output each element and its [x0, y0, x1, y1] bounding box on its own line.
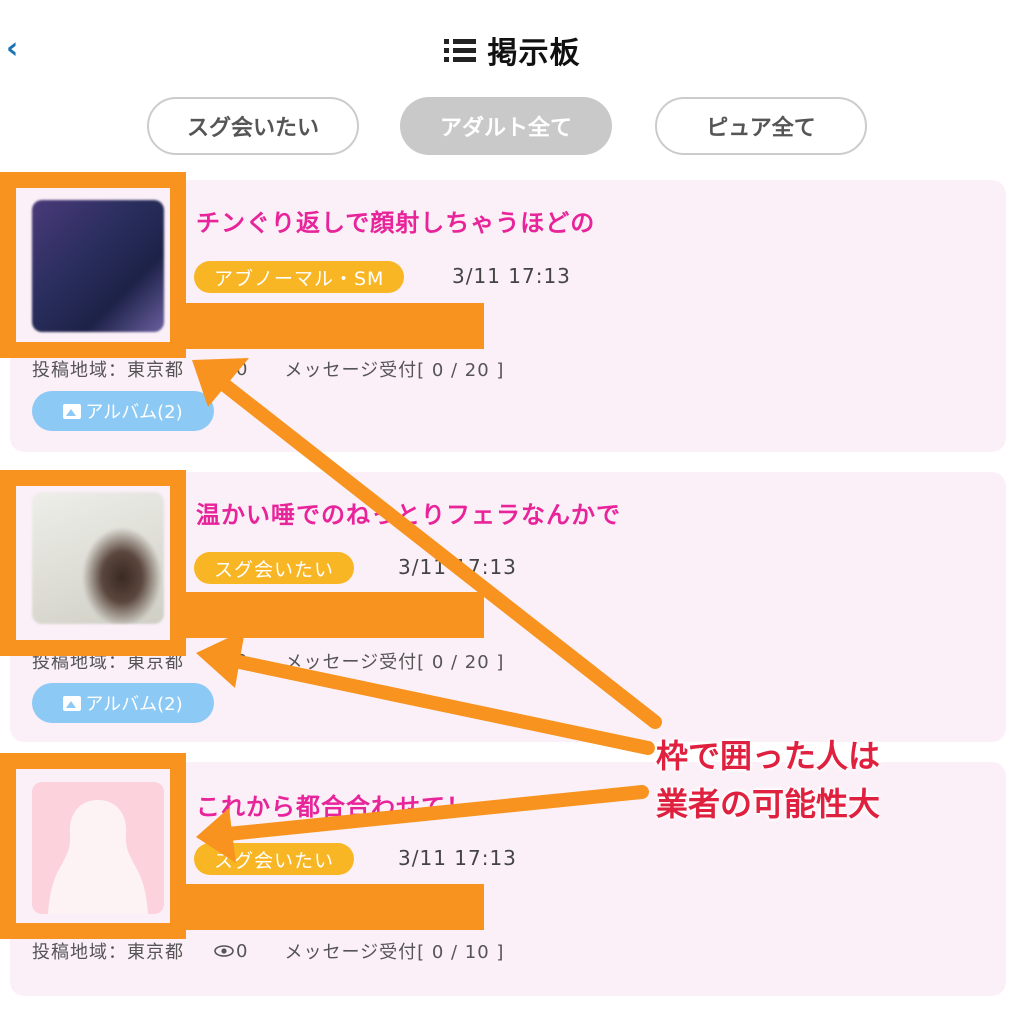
- category-tag: アブノーマル・SM: [194, 261, 405, 293]
- eye-icon: [214, 945, 234, 957]
- tab-sugu-aitai[interactable]: スグ会いたい: [147, 97, 359, 155]
- image-icon: [63, 695, 82, 711]
- eye-icon: [214, 655, 234, 667]
- highlight-frame: [0, 470, 186, 656]
- redaction-bar: [186, 884, 484, 930]
- album-button[interactable]: アルバム(2): [32, 391, 214, 431]
- album-label: アルバム(2): [85, 694, 183, 715]
- annotation-line2: 業者の可能性大: [656, 785, 881, 823]
- region-label: 投稿地域：東京都: [32, 360, 184, 381]
- view-count: 0: [236, 358, 249, 380]
- category-tag: スグ会いたい: [194, 843, 355, 875]
- highlight-frame: [0, 753, 186, 939]
- message-count: メッセージ受付[ 0 / 20 ]: [284, 652, 505, 673]
- album-button[interactable]: アルバム(2): [32, 683, 214, 723]
- tab-adult-all[interactable]: アダルト全て: [400, 97, 612, 155]
- redaction-bar: [186, 303, 484, 349]
- post-meta: 投稿地域：東京都 0 メッセージ受付[ 0 / 20 ]: [32, 356, 504, 382]
- post-meta: 投稿地域：東京都 0 メッセージ受付[ 0 / 10 ]: [32, 938, 504, 964]
- post-date: 3/11 17:13: [398, 846, 517, 870]
- album-label: アルバム(2): [85, 402, 183, 423]
- tab-pure-all[interactable]: ピュア全て: [655, 97, 867, 155]
- page-title: 掲示板: [0, 28, 1024, 72]
- image-icon: [63, 403, 82, 419]
- post-title[interactable]: チンぐり返しで顔射しちゃうほどの: [196, 203, 595, 238]
- message-count: メッセージ受付[ 0 / 10 ]: [284, 942, 505, 963]
- list-icon: [443, 37, 476, 63]
- post-title[interactable]: これから都合合わせて！: [196, 787, 471, 822]
- redaction-bar: [186, 592, 484, 638]
- post-date: 3/11 17:13: [452, 264, 571, 288]
- view-count: 0: [236, 650, 249, 672]
- message-count: メッセージ受付[ 0 / 20 ]: [284, 360, 505, 381]
- eye-icon: [214, 363, 234, 375]
- view-count: 0: [236, 940, 249, 962]
- annotation-note: 枠で囲った人は 業者の可能性大: [656, 732, 916, 828]
- highlight-frame: [0, 172, 186, 358]
- category-tag: スグ会いたい: [194, 552, 355, 584]
- region-label: 投稿地域：東京都: [32, 942, 184, 963]
- post-date: 3/11 17:13: [398, 555, 517, 579]
- page-title-text: 掲示板: [487, 36, 581, 71]
- post-title[interactable]: 温かい唾でのねっとりフェラなんかで: [196, 495, 621, 530]
- annotation-line1: 枠で囲った人は: [656, 737, 881, 775]
